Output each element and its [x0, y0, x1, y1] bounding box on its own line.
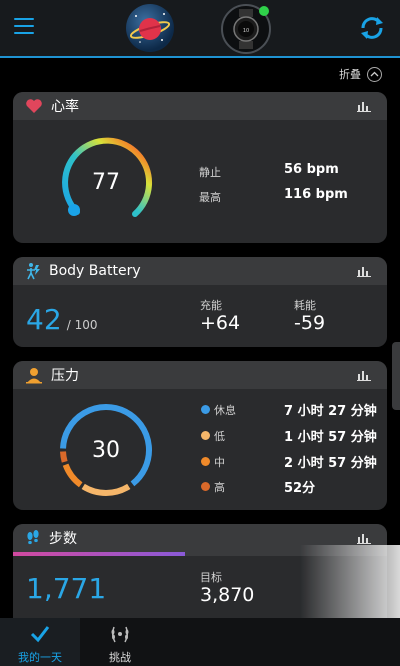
stress-segment-2	[62, 463, 83, 488]
collapse-label: 折叠	[339, 68, 361, 81]
scrollbar-thumb[interactable]	[392, 342, 400, 410]
top-bar: 10	[0, 0, 400, 58]
chart-icon[interactable]	[357, 369, 371, 381]
bottom-right-fade	[300, 545, 400, 618]
drained-value: -59	[294, 312, 326, 334]
steps-title: 步数	[49, 531, 77, 547]
stress-level-duration: 52分	[284, 481, 316, 496]
charged-label: 充能	[200, 299, 222, 312]
chart-icon[interactable]	[357, 532, 371, 544]
stress-value: 30	[92, 438, 120, 463]
avatar[interactable]	[126, 4, 174, 52]
stress-segment-1	[81, 483, 131, 496]
heart-icon	[26, 99, 42, 113]
stress-level-duration: 1 小时 57 分钟	[284, 430, 377, 445]
nav-challenges-label: 挑战	[109, 651, 131, 664]
body-battery-max: / 100	[66, 318, 98, 332]
laurel-icon	[111, 626, 129, 643]
stress-level-label: 高	[214, 481, 225, 494]
stress-dot-0	[201, 405, 210, 414]
stress-level-label: 低	[214, 430, 225, 443]
drained-label: 耗能	[294, 299, 316, 312]
collapse-toggle[interactable]: 折叠	[339, 66, 382, 82]
chevron-up-icon	[367, 66, 382, 82]
svg-text:10: 10	[243, 28, 249, 34]
stress-dot-1	[201, 431, 210, 440]
body-battery-card[interactable]: Body Battery 42 / 100 充能 +64 耗能 -59	[13, 257, 387, 347]
chart-icon[interactable]	[357, 100, 371, 112]
heart-rate-value: 77	[92, 170, 120, 195]
heart-rate-card[interactable]: 心率 77 静止 56 bpm 最高 116 bpm	[13, 92, 387, 243]
bottom-nav: 我的一天 挑战	[0, 618, 400, 666]
stress-dot-2	[201, 457, 210, 466]
menu-icon[interactable]	[14, 18, 34, 34]
resting-label: 静止	[199, 166, 221, 179]
stress-level-label: 休息	[214, 404, 236, 417]
sync-icon[interactable]	[358, 14, 386, 42]
stress-card[interactable]: 压力 30 休息 7 小时 27 分钟低 1 小时 57 分钟中 2 小时 57 分钟…	[13, 361, 387, 510]
body-battery-value: 42	[26, 303, 62, 336]
heart-rate-header: 心率	[13, 92, 387, 120]
steps-value: 1,771	[26, 572, 107, 605]
nav-my-day[interactable]: 我的一天	[0, 618, 80, 666]
footprints-icon	[27, 530, 39, 545]
stress-level-duration: 2 小时 57 分钟	[284, 456, 377, 471]
body-battery-header: Body Battery	[13, 257, 387, 285]
stress-title: 压力	[51, 368, 79, 384]
resting-value: 56 bpm	[284, 162, 339, 177]
nav-challenges[interactable]: 挑战	[80, 618, 160, 666]
stress-icon	[26, 368, 42, 384]
body-battery-title: Body Battery	[49, 263, 141, 279]
stress-dot-3	[201, 482, 210, 491]
body-battery-reading: 42 / 100	[26, 303, 98, 336]
nav-my-day-label: 我的一天	[18, 651, 62, 664]
goal-label: 目标	[200, 571, 222, 584]
heart-rate-title: 心率	[51, 99, 79, 115]
steps-progress-fill	[13, 552, 186, 556]
chart-icon[interactable]	[357, 265, 371, 277]
stress-header: 压力	[13, 361, 387, 389]
stress-level-label: 中	[214, 456, 225, 469]
body-battery-icon	[27, 263, 40, 280]
stress-level-duration: 7 小时 27 分钟	[284, 404, 377, 419]
checkmark-icon	[30, 626, 50, 643]
charged-value: +64	[200, 312, 241, 334]
max-label: 最高	[199, 191, 221, 204]
goal-value: 3,870	[200, 584, 255, 606]
max-value: 116 bpm	[284, 187, 348, 202]
connection-status-dot	[259, 6, 269, 16]
